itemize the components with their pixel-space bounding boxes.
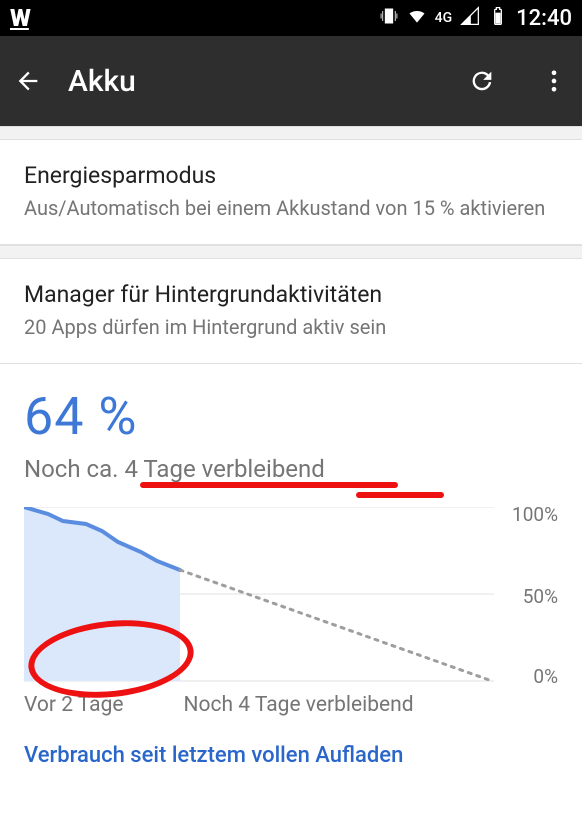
section-divider: [0, 126, 582, 140]
android-status-bar: W 4G 12:40: [0, 0, 582, 36]
background-manager-row[interactable]: Manager für Hintergrundaktivitäten 20 Ap…: [0, 259, 582, 364]
battery-percent: 64 %: [24, 386, 558, 447]
chart-xlabel-future: Noch 4 Tage verbleibend: [184, 693, 414, 717]
signal-icon: [460, 6, 480, 31]
section-divider: [0, 245, 582, 259]
annotation-underline: [140, 482, 398, 488]
background-manager-subtitle: 20 Apps dürfen im Hintergrund aktiv sein: [24, 314, 558, 341]
chart-x-axis-labels: Vor 2 Tage Noch 4 Tage verbleibend: [24, 693, 558, 717]
page-header: Akku: [0, 36, 582, 126]
chart-ylabel-100: 100%: [512, 503, 558, 526]
battery-icon: [488, 6, 508, 31]
page-title: Akku: [68, 64, 442, 99]
battery-saver-subtitle: Aus/Automatisch bei einem Akkustand von …: [24, 195, 558, 222]
wifi-icon: [407, 6, 427, 31]
refresh-button[interactable]: [468, 67, 496, 95]
battery-chart-svg: [24, 507, 494, 682]
battery-history-chart[interactable]: 100% 50% 0%: [24, 507, 558, 687]
app-notification-icon: W: [10, 4, 29, 32]
back-button[interactable]: [14, 67, 42, 95]
chart-xlabel-past: Vor 2 Tage: [24, 693, 124, 717]
vibrate-icon: [379, 6, 399, 31]
chart-ylabel-50: 50%: [523, 585, 558, 608]
battery-remaining-text: Noch ca. 4 Tage verbleibend: [24, 455, 558, 483]
usage-since-last-charge-link[interactable]: Verbrauch seit letztem vollen Aufladen: [24, 743, 558, 768]
battery-status-section[interactable]: 64 % Noch ca. 4 Tage verbleibend 100% 50…: [0, 364, 582, 768]
network-label: 4G: [435, 10, 453, 26]
status-clock: 12:40: [516, 6, 572, 31]
annotation-underline: [356, 492, 444, 498]
chart-ylabel-0: 0%: [533, 665, 558, 688]
battery-saver-row[interactable]: Energiesparmodus Aus/Automatisch bei ein…: [0, 140, 582, 245]
background-manager-title: Manager für Hintergrundaktivitäten: [24, 281, 558, 308]
overflow-menu-button[interactable]: [540, 67, 568, 95]
battery-saver-title: Energiesparmodus: [24, 162, 558, 189]
